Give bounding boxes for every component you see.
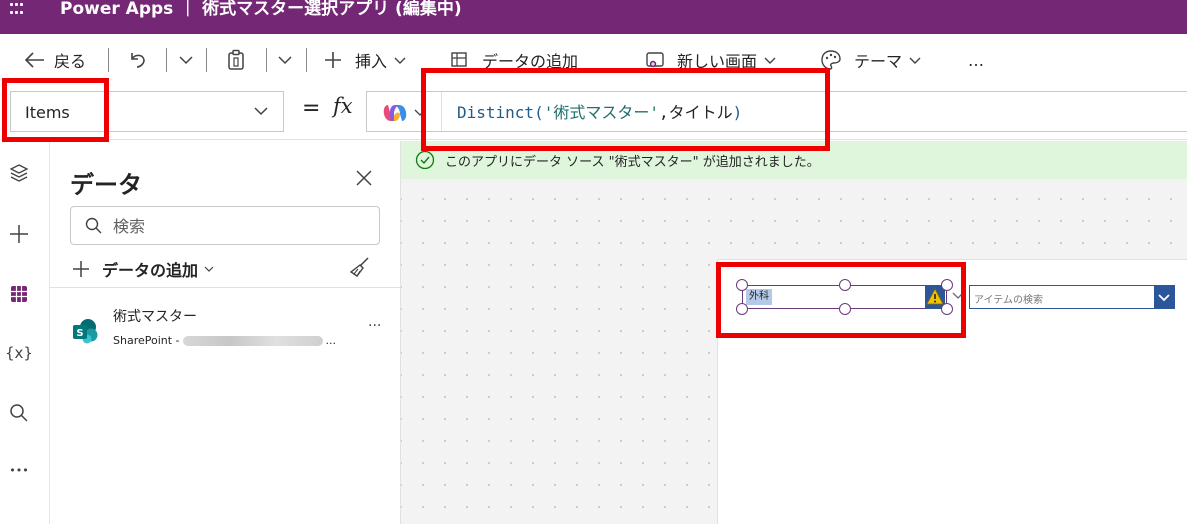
plus-icon xyxy=(73,261,89,277)
insert-rail-button[interactable] xyxy=(6,221,32,247)
divider xyxy=(206,48,207,72)
svg-text:S: S xyxy=(76,328,83,339)
redacted-url xyxy=(182,336,323,346)
chevron-down-icon xyxy=(764,57,776,64)
theme-button[interactable]: テーマ xyxy=(820,48,922,72)
theme-label: テーマ xyxy=(854,52,903,71)
chevron-down-icon xyxy=(394,57,406,64)
divider xyxy=(108,48,109,72)
combo-placeholder: アイテムの検索 xyxy=(974,295,1043,306)
search-rail-button[interactable] xyxy=(6,400,32,426)
app-launcher-icon[interactable] xyxy=(10,3,24,17)
chevron-down-icon xyxy=(1158,293,1170,301)
table-add-icon xyxy=(451,52,467,67)
plus-icon xyxy=(10,225,28,243)
undo-button[interactable] xyxy=(128,48,148,72)
equals-sign: = xyxy=(302,96,321,121)
undo-icon xyxy=(131,53,145,68)
new-screen-icon xyxy=(646,52,664,68)
chevron-down-icon xyxy=(204,266,214,272)
close-icon[interactable] xyxy=(355,169,373,187)
fx-icon: fx xyxy=(333,94,353,118)
tree-view-button[interactable] xyxy=(6,160,32,186)
data-source-more-button[interactable]: ··· xyxy=(368,318,381,334)
add-data-link-label: データの追加 xyxy=(102,261,199,280)
divider xyxy=(166,48,167,72)
insert-button[interactable]: 挿入 xyxy=(323,48,407,72)
annotation-box-formula xyxy=(421,68,830,151)
chevron-down-icon xyxy=(909,57,921,64)
combo-dropdown-button[interactable] xyxy=(1154,286,1174,308)
paste-button[interactable] xyxy=(226,48,246,72)
back-label: 戻る xyxy=(54,52,87,71)
data-search-box[interactable] xyxy=(70,206,380,245)
data-search-input[interactable] xyxy=(113,215,363,237)
panel-title: データ xyxy=(70,171,142,199)
combo-box-control[interactable]: アイテムの検索 xyxy=(969,285,1175,309)
data-source-name: 術式マスター xyxy=(113,309,197,325)
data-panel: データ データの追加 S 術式マスター SharePoint -... ··· xyxy=(50,141,401,524)
arrow-left-icon xyxy=(24,52,44,68)
broom-icon[interactable] xyxy=(348,255,372,279)
variables-button[interactable]: {x} xyxy=(5,340,33,366)
app-title: Power Apps ｜ 術式マスター選択アプリ (編集中) xyxy=(60,0,462,19)
annotation-box-property xyxy=(2,78,109,142)
data-source-type-label: SharePoint - xyxy=(113,334,180,347)
paste-menu-button[interactable] xyxy=(277,48,293,72)
sharepoint-icon: S xyxy=(73,319,98,344)
search-icon xyxy=(10,404,28,422)
layers-icon xyxy=(9,164,29,182)
data-rail-button[interactable] xyxy=(6,281,32,307)
more-rail-button[interactable]: ••• xyxy=(6,457,32,483)
annotation-box-dropdown xyxy=(716,262,966,338)
banner-text: このアプリにデータ ソース "術式マスター" が追加されました。 xyxy=(445,154,820,170)
undo-menu-button[interactable] xyxy=(178,48,194,72)
chevron-down-icon xyxy=(278,56,292,65)
divider xyxy=(50,287,400,288)
data-grid-icon xyxy=(11,286,27,302)
data-source-type-suffix: ... xyxy=(325,334,337,347)
plus-icon xyxy=(325,52,341,68)
divider xyxy=(266,48,267,72)
add-data-link[interactable]: データの追加 xyxy=(72,257,214,281)
more-commands-button[interactable]: … xyxy=(968,48,984,72)
check-circle-icon xyxy=(415,150,435,170)
chevron-down-icon xyxy=(179,56,193,65)
left-rail: {x} ••• xyxy=(0,141,50,524)
back-button[interactable]: 戻る xyxy=(24,48,86,72)
insert-label: 挿入 xyxy=(355,52,388,71)
clipboard-icon xyxy=(228,49,244,70)
chevron-down-icon xyxy=(254,107,268,116)
title-bar: Power Apps ｜ 術式マスター選択アプリ (編集中) xyxy=(0,0,1187,34)
data-source-type: SharePoint -... xyxy=(113,334,336,347)
search-icon xyxy=(85,217,102,234)
data-source-item[interactable]: S 術式マスター SharePoint -... ··· xyxy=(50,298,400,356)
copilot-icon xyxy=(383,105,407,121)
divider xyxy=(306,48,307,72)
